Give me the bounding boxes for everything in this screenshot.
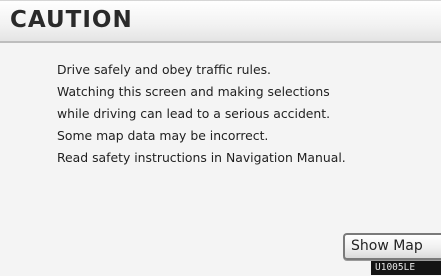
show-map-button[interactable]: Show Map bbox=[343, 233, 441, 260]
caution-screen: CAUTION Drive safely and obey traffic ru… bbox=[0, 0, 441, 276]
message-line: Read safety instructions in Navigation M… bbox=[57, 150, 346, 165]
message-line: Drive safely and obey traffic rules. bbox=[57, 62, 271, 77]
message-line: while driving can lead to a serious acci… bbox=[57, 106, 331, 121]
message-line: Some map data may be incorrect. bbox=[57, 128, 269, 143]
caution-message: Drive safely and obey traffic rules. Wat… bbox=[57, 59, 437, 169]
caution-header: CAUTION bbox=[0, 1, 441, 43]
message-line: Watching this screen and making selectio… bbox=[57, 84, 330, 99]
page-title: CAUTION bbox=[10, 7, 133, 33]
figure-code-label: U1005LE bbox=[371, 261, 441, 275]
